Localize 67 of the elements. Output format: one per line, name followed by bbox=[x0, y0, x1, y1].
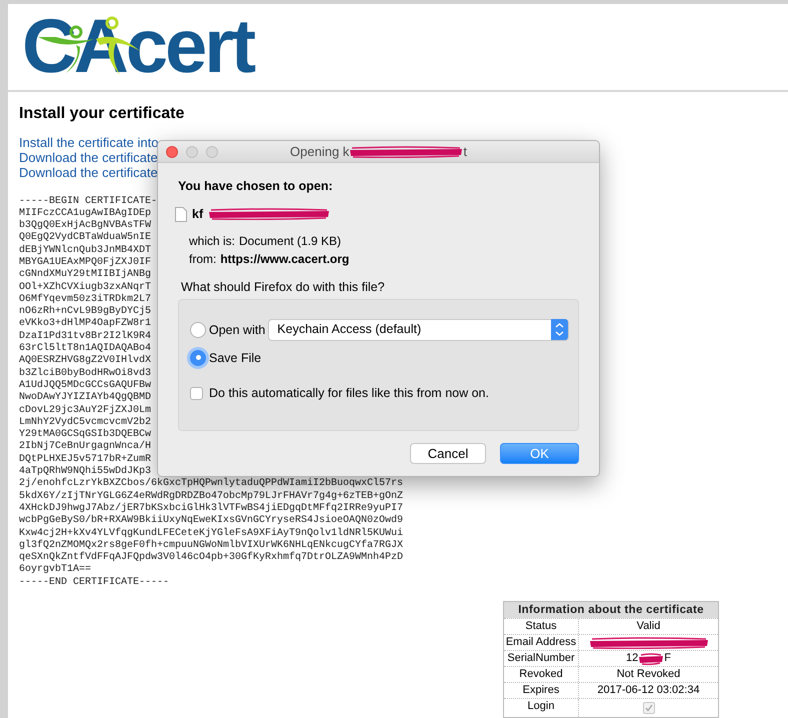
file-name: kf bbox=[192, 206, 204, 223]
window-title: t bbox=[463, 142, 467, 161]
link[interactable]: Download the certificate bbox=[19, 150, 158, 164]
certificate-text-line: OOl+XZhCVXiugb3zxANqrT bbox=[19, 282, 152, 294]
certificate-text-line: wcbPgGeByS0/bR+RXAW9BkiiUxyNqEweKIxsGVnGCYryseRS4JsioeOAQN0zOwd9 bbox=[19, 515, 404, 528]
checkbox[interactable] bbox=[190, 386, 203, 400]
certificate-text-line: DQtPLHXEJ5v5717bR+ZumR bbox=[19, 454, 152, 466]
close-button[interactable] bbox=[166, 146, 178, 158]
certificate-text-line: cDovL29jc3AuY2FjZXJ0Lm bbox=[19, 404, 152, 416]
certificate-text-line: AQ0ESRZHVG8gZ2V0IHlvdX bbox=[19, 355, 152, 368]
certificate-text-line: eVKko3+dHlMP4OapFZW8r1 bbox=[19, 318, 152, 330]
radio-button[interactable] bbox=[190, 322, 206, 338]
table-cell: Login bbox=[504, 699, 579, 717]
label: from: bbox=[189, 250, 216, 268]
app-select[interactable]: Keychain Access (default) bbox=[268, 318, 569, 341]
window-title: Opening k bbox=[290, 142, 350, 161]
certificate-text-line: 63rCl5ltT8n1AQIDAQABo4 bbox=[19, 343, 152, 354]
document-icon bbox=[175, 206, 187, 222]
certificate-text-line: LmNhY2VydC5vcmcvcmV2b2 bbox=[19, 416, 152, 428]
certificate-text-line: DzaI1Pd31tv8Br2I2lK9R4 bbox=[19, 330, 152, 342]
file-type: Document (1.9 KB) bbox=[239, 232, 342, 250]
table-cell: Valid bbox=[636, 619, 660, 634]
checkbox-label[interactable]: Do this automatically for files like this from now on. bbox=[209, 384, 489, 402]
certificate-text-line: 4XHckDJ9hwgJ7Abz/jER7bKSxbciGlHk3lVTFwBS4jiEDgqDtMFfq2IRRe9yuPI7 bbox=[19, 502, 404, 514]
certificate-text-line: dEBjYWNlcnQub3JnMB4XDT bbox=[19, 244, 152, 256]
table-cell: 2017-06-12 03:02:34 bbox=[597, 683, 700, 698]
certificate-text-line: gl3fQ2nZMOMQx2rs8geF0fh+cmpuuNGWoNmlbVIXUrWK6NHLqENkcugCYfa7RGJX bbox=[19, 540, 404, 552]
table-cell: F bbox=[664, 651, 671, 666]
page-heading: Install your certificate bbox=[19, 104, 186, 124]
radio-button[interactable] bbox=[190, 350, 206, 366]
zoom-button[interactable] bbox=[206, 146, 218, 158]
certificate-text-line: 6oyrgvbT1A== bbox=[19, 564, 92, 577]
cancel-button[interactable]: Cancel bbox=[410, 442, 486, 464]
certificate-text-line: -----BEGIN CERTIFICATE- bbox=[19, 196, 158, 208]
certificate-text-line: Q0EgQ2VydCBTaWduaW5nIE bbox=[19, 232, 152, 244]
certificate-text-line: qeSXnQkZntfVdFFqAJFQpdw3V0l46cO4pb+30GfKyRxhmfq7DtrOLZA9WMnh4PzD bbox=[19, 552, 404, 564]
table-header: Information about the certificate bbox=[504, 602, 718, 618]
minimize-button[interactable] bbox=[186, 146, 198, 158]
certificate-text-line: 4aTpQRhW9NQhi55wDdJKp3 bbox=[19, 466, 152, 478]
link[interactable]: Download the certificate bbox=[19, 164, 158, 180]
question-label: What should Firefox do with this file? bbox=[181, 280, 386, 295]
redaction-mark bbox=[638, 652, 664, 664]
checkmark-icon bbox=[644, 704, 652, 712]
table-cell: 12 bbox=[626, 651, 638, 666]
certificate-text-line: A1UdJQQ5MDcGCCsGAQUFBw bbox=[19, 380, 152, 392]
certificate-text-line: MBYGA1UEAxMPQ0FjZXJ0IF bbox=[19, 256, 152, 268]
certificate-text-line: O6MfYqevm50z3iTRDkm2L7 bbox=[19, 294, 152, 306]
dialog-heading: You have chosen to open: bbox=[178, 179, 334, 194]
stepper-icon bbox=[551, 319, 568, 340]
certificate-text-line: 5kdX6Y/zIjTNrYGLG6Z4eRWdRgDRDZBo47obcMp79LJrFHAVr7g4g+6zTEB+gOnZ bbox=[19, 490, 404, 502]
certificate-text-line: NwoDAwYJYIZIAYb4QgQBMD bbox=[19, 392, 152, 404]
certificate-text-line: 2IbNj7CeBnUrgagnWnca/H bbox=[19, 441, 152, 454]
option-label[interactable]: Save File bbox=[209, 346, 262, 369]
option-label[interactable]: Open with bbox=[209, 318, 266, 341]
certificate-text-line: b3QgQ0ExHjAcBgNVBAsTFW bbox=[19, 220, 152, 232]
certificate-text-line: cGNndXMuY29tMIIBIjANBg bbox=[19, 269, 152, 282]
table-cell: Not Revoked bbox=[616, 667, 680, 682]
certificate-text-line: nO6zRh+nCvL9B9gByDYCj5 bbox=[19, 306, 152, 318]
source-url: https://www.cacert.org bbox=[220, 250, 350, 268]
certificate-text-line: b3ZlciB0byBodHRwOi8vd3 bbox=[19, 368, 152, 380]
link[interactable]: Install the certificate into bbox=[19, 134, 158, 150]
certificate-text-line: Kxw4cj2H+kXv4YLVfqgKundLFECeteKjYGleFsA9XFiAyT9nQolv1ldNRl5KUWui bbox=[19, 528, 404, 540]
label: which is: bbox=[189, 232, 236, 250]
certificate-text-line: Y29tMA0GCSqGSIb3DQEBCw bbox=[19, 429, 152, 440]
certificate-text-line: -----END CERTIFICATE----- bbox=[19, 576, 170, 589]
certificate-text-line: 2j/enohfcLzrYkBXZCbos/6kGxcTpHQPwnlytaduQPPdWIamiI2bBuoqwxCl57rs bbox=[19, 478, 404, 490]
certificate-text-line: MIIFczCCA1ugAwIBAgIDEp bbox=[19, 208, 152, 220]
